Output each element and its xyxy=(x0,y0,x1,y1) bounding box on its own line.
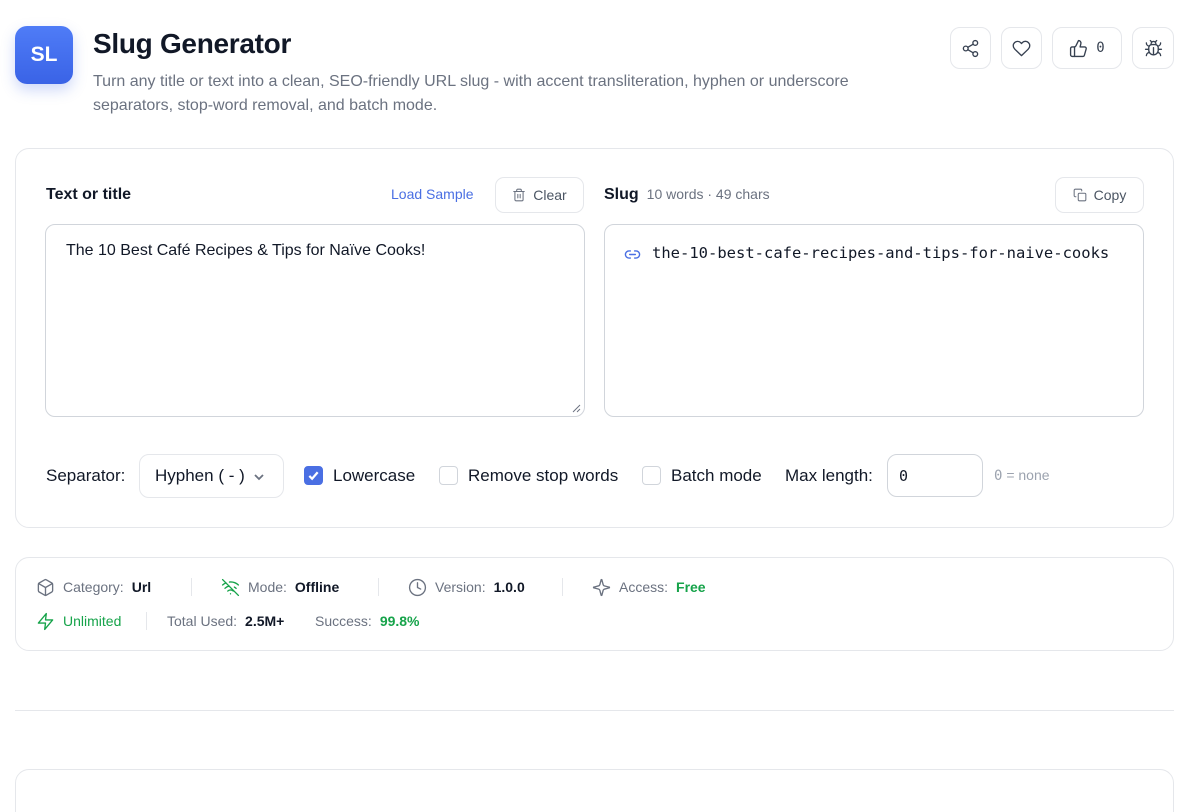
copy-icon xyxy=(1073,188,1087,202)
clear-button[interactable]: Clear xyxy=(495,177,584,213)
divider xyxy=(562,578,563,596)
divider xyxy=(146,612,147,630)
access-value: Free xyxy=(676,579,706,595)
category-info: Category: Url xyxy=(36,577,151,597)
slug-output[interactable]: the-10-best-cafe-recipes-and-tips-for-na… xyxy=(604,224,1144,417)
chevron-down-icon xyxy=(254,474,264,481)
category-value: Url xyxy=(131,579,152,595)
lowercase-checkbox[interactable] xyxy=(304,466,323,485)
favorite-button[interactable] xyxy=(1001,27,1042,69)
app-logo: SL xyxy=(15,26,73,84)
separator-value: Hyphen ( - ) xyxy=(155,466,245,485)
wifi-off-icon xyxy=(221,578,240,596)
heart-icon xyxy=(1012,40,1031,56)
copy-label: Copy xyxy=(1093,187,1127,203)
max-length-input[interactable]: 0 xyxy=(887,454,983,497)
version-label: Version: xyxy=(435,579,486,595)
sparkles-icon xyxy=(592,578,611,596)
max-length-hint-text: = none xyxy=(1002,467,1050,483)
like-button[interactable]: 0 xyxy=(1052,27,1122,69)
divider xyxy=(378,578,379,596)
section-divider xyxy=(15,710,1174,711)
clock-icon xyxy=(408,578,427,596)
batch-mode-label[interactable]: Batch mode xyxy=(671,466,762,486)
tool-info-card xyxy=(15,557,1174,651)
max-length-hint: 0 = none xyxy=(994,467,1050,484)
access-info: Access: Free xyxy=(592,577,706,597)
batch-mode-checkbox[interactable] xyxy=(642,466,661,485)
input-label: Text or title xyxy=(46,186,132,203)
share-icon xyxy=(962,39,979,57)
trash-icon xyxy=(513,188,526,202)
total-used-value: 2.5M+ xyxy=(245,613,285,629)
output-label: Slug xyxy=(604,186,639,203)
success-value: 99.8% xyxy=(379,613,420,629)
slug-value: the-10-best-cafe-recipes-and-tips-for-na… xyxy=(652,244,1110,262)
mode-value: Offline xyxy=(294,579,340,595)
thumbs-up-icon xyxy=(1070,39,1088,57)
page-subtitle: Turn any title or text into a clean, SEO… xyxy=(93,73,849,114)
text-input-value: The 10 Best Café Recipes & Tips for Naïv… xyxy=(66,242,426,259)
stop-words-label[interactable]: Remove stop words xyxy=(468,466,618,486)
version-value: 1.0.0 xyxy=(493,579,525,595)
output-label-group: Slug 10 words · 49 chars xyxy=(604,186,770,204)
text-input[interactable]: The 10 Best Café Recipes & Tips for Naïv… xyxy=(45,224,585,417)
load-sample-button[interactable]: Load Sample xyxy=(391,186,474,202)
share-button[interactable] xyxy=(950,27,991,69)
page-title: Slug Generator xyxy=(93,28,292,59)
lowercase-label[interactable]: Lowercase xyxy=(333,466,415,486)
output-stats: 10 words · 49 chars xyxy=(646,186,770,202)
unlimited-label: Unlimited xyxy=(63,613,122,629)
mode-info: Mode: Offline xyxy=(221,577,339,597)
clear-label: Clear xyxy=(533,187,567,203)
usage-limit-info: Unlimited xyxy=(36,611,121,631)
separator-label: Separator: xyxy=(46,466,126,485)
copy-button[interactable]: Copy xyxy=(1055,177,1144,213)
next-section-card xyxy=(15,769,1174,812)
box-icon xyxy=(37,578,54,596)
total-used-info: Total Used: 2.5M+ xyxy=(167,611,284,631)
zap-icon xyxy=(37,612,54,630)
mode-label: Mode: xyxy=(248,579,287,595)
divider xyxy=(191,578,192,596)
check-icon xyxy=(308,471,319,481)
stop-words-checkbox[interactable] xyxy=(439,466,458,485)
access-label: Access: xyxy=(619,579,669,595)
bug-icon xyxy=(1144,39,1162,56)
resize-handle-icon[interactable] xyxy=(571,403,581,413)
version-info: Version: 1.0.0 xyxy=(408,577,525,597)
like-count: 0 xyxy=(1096,40,1105,56)
link-icon xyxy=(624,250,641,259)
success-label: Success: xyxy=(315,613,372,629)
report-bug-button[interactable] xyxy=(1132,27,1174,69)
separator-select[interactable]: Hyphen ( - ) xyxy=(139,454,284,498)
success-info: Success: 99.8% xyxy=(315,611,420,631)
max-length-label: Max length: xyxy=(785,466,873,485)
max-length-value: 0 xyxy=(899,466,909,485)
total-used-label: Total Used: xyxy=(167,613,238,629)
category-label: Category: xyxy=(63,579,124,595)
